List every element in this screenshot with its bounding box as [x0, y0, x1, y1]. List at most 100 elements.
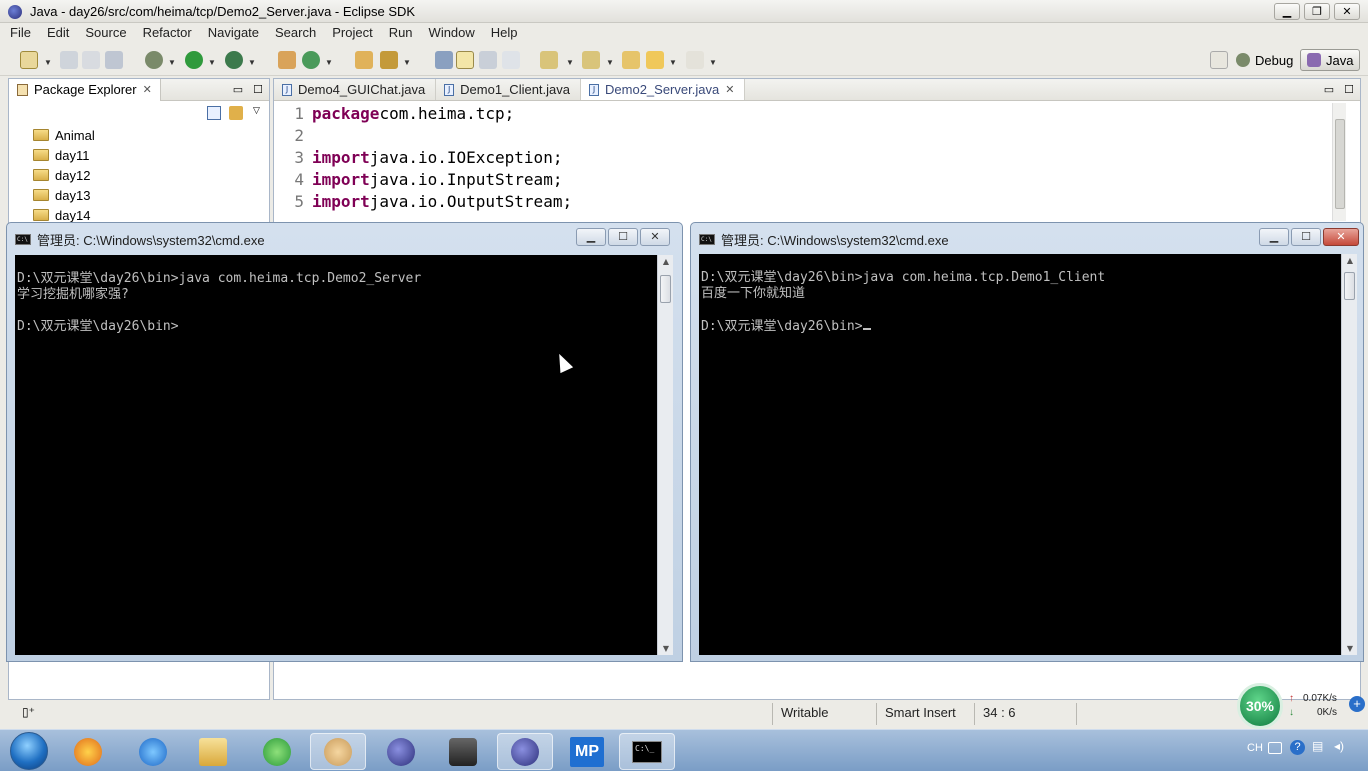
volume-icon[interactable]: ◂)	[1334, 739, 1344, 753]
restore-button[interactable]: ❐	[1304, 3, 1330, 20]
network-tray-icon[interactable]: ▤	[1312, 739, 1323, 753]
scrollbar-thumb[interactable]	[660, 275, 671, 303]
collapse-all-icon[interactable]	[207, 106, 221, 120]
chevron-down-icon[interactable]: ▼	[168, 58, 176, 67]
chevron-down-icon[interactable]: ▼	[403, 58, 411, 67]
cmd-window-server[interactable]: C:\ 管理员: C:\Windows\system32\cmd.exe ▁ ☐…	[6, 222, 683, 662]
maximize-button[interactable]: ☐	[1291, 228, 1321, 246]
console-scrollbar[interactable]: ▲ ▼	[657, 255, 673, 655]
chevron-down-icon[interactable]: ▼	[709, 58, 717, 67]
print-icon[interactable]	[105, 51, 123, 69]
tab-package-explorer[interactable]: Package Explorer ✕	[9, 78, 161, 101]
debug-icon[interactable]	[145, 51, 163, 69]
add-icon[interactable]: +	[1349, 696, 1365, 712]
tree-item-animal[interactable]: Animal	[9, 125, 269, 145]
chevron-down-icon[interactable]: ▼	[248, 58, 256, 67]
minimize-button[interactable]: ▁	[576, 228, 606, 246]
run-icon[interactable]	[185, 51, 203, 69]
scroll-down-icon[interactable]: ▼	[658, 644, 674, 653]
chevron-down-icon[interactable]: ▼	[669, 58, 677, 67]
start-button[interactable]	[10, 732, 48, 770]
menu-navigate[interactable]: Navigate	[198, 23, 265, 43]
toggle-mark-occurrences-icon[interactable]	[435, 51, 453, 69]
menu-source[interactable]: Source	[75, 23, 132, 43]
scroll-up-icon[interactable]: ▲	[1342, 256, 1358, 265]
chevron-down-icon[interactable]: ▼	[566, 58, 574, 67]
taskbar-eclipse-2[interactable]	[497, 733, 553, 770]
tree-item-day11[interactable]: day11	[9, 145, 269, 165]
close-button[interactable]: ✕	[1323, 228, 1359, 246]
help-icon[interactable]: ?	[1290, 740, 1305, 755]
taskbar-paint[interactable]	[310, 733, 366, 770]
minimize-button[interactable]: ▁	[1274, 3, 1300, 20]
external-tools-icon[interactable]	[225, 51, 243, 69]
tab-demo2-server[interactable]: J Demo2_Server.java ✕	[581, 79, 746, 100]
console-scrollbar[interactable]: ▲ ▼	[1341, 254, 1357, 655]
menu-project[interactable]: Project	[322, 23, 378, 43]
link-with-editor-icon[interactable]	[229, 106, 243, 120]
tab-demo4-guichat[interactable]: J Demo4_GUIChat.java	[274, 79, 437, 100]
menu-edit[interactable]: Edit	[37, 23, 75, 43]
tree-item-day13[interactable]: day13	[9, 185, 269, 205]
menu-run[interactable]: Run	[379, 23, 419, 43]
view-menu-icon[interactable]: ▽	[253, 105, 260, 116]
minimize-view-icon[interactable]: ▭	[233, 83, 243, 96]
tree-item-day12[interactable]: day12	[9, 165, 269, 185]
close-icon[interactable]: ✕	[143, 83, 152, 96]
menu-search[interactable]: Search	[265, 23, 322, 43]
highlight-icon[interactable]	[456, 51, 474, 69]
chevron-down-icon[interactable]: ▼	[208, 58, 216, 67]
show-whitespace-icon[interactable]	[502, 51, 520, 69]
editor-scrollbar[interactable]	[1332, 103, 1346, 221]
save-all-icon[interactable]	[82, 51, 100, 69]
taskbar-explorer[interactable]	[185, 733, 241, 770]
chevron-down-icon[interactable]: ▼	[606, 58, 614, 67]
menu-file[interactable]: File	[0, 23, 37, 43]
new-class-icon[interactable]	[302, 51, 320, 69]
maximize-editor-icon[interactable]: ☐	[1344, 83, 1354, 96]
minimize-button[interactable]: ▁	[1259, 228, 1289, 246]
save-icon[interactable]	[60, 51, 78, 69]
back-icon[interactable]	[646, 51, 664, 69]
menu-window[interactable]: Window	[419, 23, 481, 43]
taskbar-mp[interactable]: MP	[559, 733, 615, 770]
menu-refactor[interactable]: Refactor	[133, 23, 198, 43]
new-icon[interactable]	[20, 51, 38, 69]
code-area[interactable]: 1 package com.heima.tcp; 2 3 import java.i…	[274, 101, 1360, 213]
new-java-project-icon[interactable]	[278, 51, 296, 69]
menu-help[interactable]: Help	[481, 23, 524, 43]
scroll-down-icon[interactable]: ▼	[1342, 644, 1358, 653]
search-icon[interactable]	[380, 51, 398, 69]
console-output[interactable]: D:\双元课堂\day26\bin>java com.heima.tcp.Dem…	[699, 254, 1341, 655]
taskbar-recorder[interactable]	[435, 733, 491, 770]
perspective-debug[interactable]: Debug	[1230, 49, 1299, 71]
open-perspective-icon[interactable]	[1210, 51, 1228, 69]
cmd-window-client[interactable]: C:\ 管理员: C:\Windows\system32\cmd.exe ▁ ☐…	[690, 222, 1364, 662]
chevron-down-icon[interactable]: ▼	[44, 58, 52, 67]
network-speed-widget[interactable]: 30% ↑ 0.07K/s ↓ 0K/s +	[1237, 683, 1367, 729]
chevron-down-icon[interactable]: ▼	[325, 58, 333, 67]
forward-icon[interactable]	[686, 51, 704, 69]
close-button[interactable]: ✕	[640, 228, 670, 246]
taskbar-app-1[interactable]	[60, 733, 116, 770]
next-annotation-icon[interactable]	[540, 51, 558, 69]
fast-view-icon[interactable]: ▯⁺	[22, 705, 35, 719]
minimize-editor-icon[interactable]: ▭	[1324, 83, 1334, 96]
last-edit-icon[interactable]	[622, 51, 640, 69]
perspective-java[interactable]: Java	[1300, 49, 1361, 71]
close-button[interactable]: ✕	[1334, 3, 1360, 20]
taskbar-cmd[interactable]: C:\_	[619, 733, 675, 770]
previous-annotation-icon[interactable]	[582, 51, 600, 69]
scrollbar-thumb[interactable]	[1344, 272, 1355, 300]
language-indicator[interactable]: CH	[1247, 742, 1263, 754]
taskbar-eclipse-1[interactable]	[373, 733, 429, 770]
taskbar-ie[interactable]	[125, 733, 181, 770]
block-selection-icon[interactable]	[479, 51, 497, 69]
maximize-view-icon[interactable]: ☐	[253, 83, 263, 96]
tab-demo1-client[interactable]: J Demo1_Client.java	[436, 79, 582, 100]
maximize-button[interactable]: ☐	[608, 228, 638, 246]
console-output[interactable]: D:\双元课堂\day26\bin>java com.heima.tcp.Dem…	[15, 255, 657, 655]
open-type-icon[interactable]	[355, 51, 373, 69]
scrollbar-thumb[interactable]	[1335, 119, 1345, 209]
taskbar-app-sync[interactable]	[249, 733, 305, 770]
